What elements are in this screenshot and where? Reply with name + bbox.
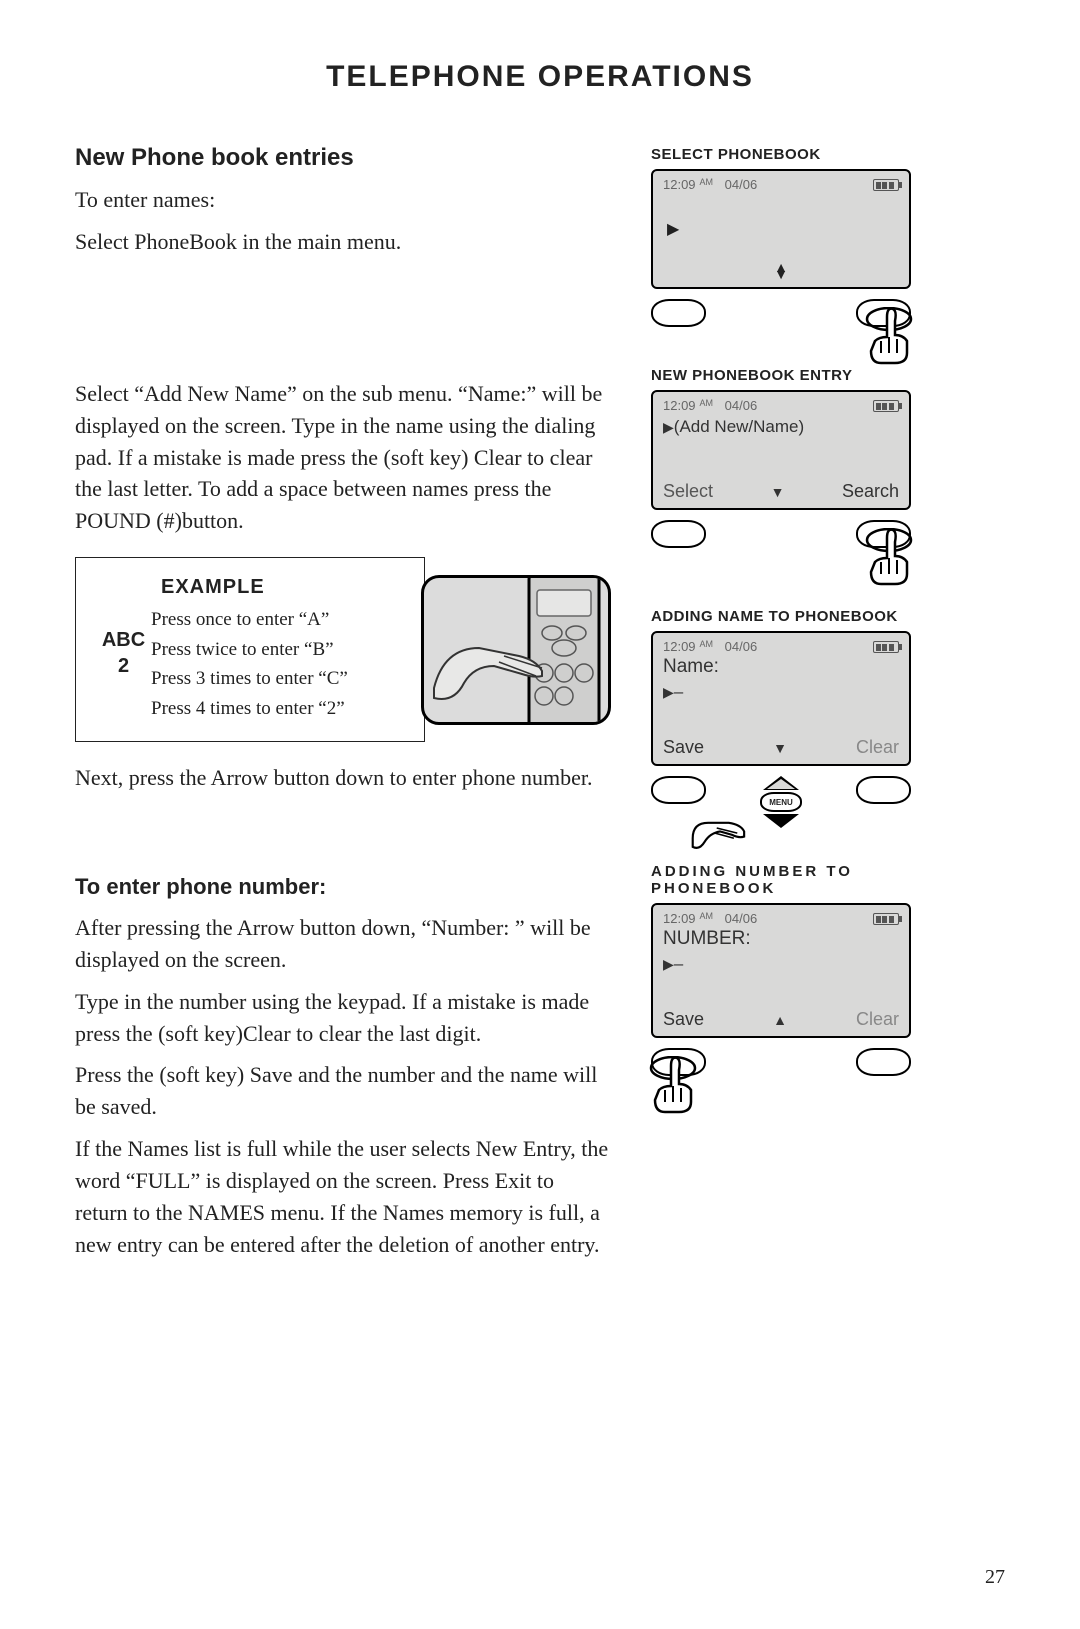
example-title: EXAMPLE	[161, 576, 404, 599]
menu-rocker[interactable]: MENU	[760, 776, 802, 828]
finger-press-icon	[691, 804, 751, 864]
finger-press-icon	[859, 307, 919, 367]
panel-caption: SELECT PHONEBOOK	[651, 146, 951, 163]
page-title: TELEPHONE OPERATIONS	[75, 60, 1005, 94]
softkey-label-clear: Clear	[856, 1009, 899, 1030]
paragraph: Next, press the Arrow button down to ent…	[75, 762, 611, 794]
battery-icon	[873, 913, 899, 925]
lcd-screen-select-phonebook: 12:09AM 04/06 ▶ ▲▼	[651, 169, 911, 289]
softkey-label-save: Save	[663, 737, 704, 758]
menu-button[interactable]: MENU	[760, 792, 802, 812]
left-softkey-button[interactable]	[651, 299, 706, 327]
page-number: 27	[985, 1566, 1005, 1589]
example-box: EXAMPLE ABC 2 Press once to enter “A” Pr…	[75, 557, 425, 742]
paragraph: If the Names list is full while the user…	[75, 1133, 611, 1261]
panel-caption: NEW PHONEBOOK ENTRY	[651, 367, 951, 384]
down-arrow-icon: ▼	[773, 740, 787, 756]
softkey-label-clear: Clear	[856, 737, 899, 758]
field-label-name: Name:	[663, 656, 899, 678]
handset-illustration	[421, 575, 611, 725]
paragraph: Press the (soft key) Save and the number…	[75, 1059, 611, 1123]
up-arrow-button[interactable]	[763, 776, 799, 790]
paragraph: Type in the number using the keypad. If …	[75, 986, 611, 1050]
example-line: Press twice to enter “B”	[151, 635, 404, 664]
example-line: Press 3 times to enter “C”	[151, 664, 404, 693]
paragraph: Select “Add New Name” on the sub menu. “…	[75, 378, 611, 537]
right-softkey-button[interactable]	[856, 776, 911, 804]
finger-press-icon	[859, 528, 919, 588]
screen-panels-column: SELECT PHONEBOOK 12:09AM 04/06 ▶ ▲▼ NEW …	[651, 144, 951, 1271]
field-label-number: NUMBER:	[663, 928, 899, 950]
panel-caption: ADDING NAME TO PHONEBOOK	[651, 608, 951, 625]
heading-enter-phone-number: To enter phone number:	[75, 874, 611, 900]
keypad-key-label: ABC 2	[96, 605, 151, 723]
cursor-icon: ▶	[667, 219, 679, 239]
panel-caption: ADDING NUMBER TO PHONEBOOK	[651, 863, 951, 897]
battery-icon	[873, 400, 899, 412]
left-softkey-button[interactable]	[651, 776, 706, 804]
lcd-screen-adding-name: 12:09AM 04/06 Name: ▶– Save ▼ Clear	[651, 631, 911, 766]
softkey-label-save: Save	[663, 1009, 704, 1030]
example-line: Press once to enter “A”	[151, 605, 404, 634]
battery-icon	[873, 641, 899, 653]
softkey-label-search: Search	[842, 481, 899, 502]
main-text-column: New Phone book entries To enter names: S…	[75, 144, 611, 1271]
lcd-screen-new-entry: 12:09AM 04/06 ▶(Add New/Name) Select ▼ S…	[651, 390, 911, 510]
left-softkey-button[interactable]	[651, 520, 706, 548]
finger-press-icon	[643, 1056, 703, 1116]
paragraph: Select PhoneBook in the main menu.	[75, 226, 611, 258]
heading-new-phonebook-entries: New Phone book entries	[75, 144, 611, 172]
up-arrow-icon: ▲	[773, 1012, 787, 1028]
example-line: Press 4 times to enter “2”	[151, 694, 404, 723]
down-arrow-icon: ▼	[771, 484, 785, 500]
right-softkey-button[interactable]	[856, 1048, 911, 1076]
softkey-label-select: Select	[663, 481, 713, 502]
updown-arrow-icon: ▲▼	[774, 264, 788, 279]
paragraph: After pressing the Arrow button down, “N…	[75, 912, 611, 976]
paragraph: To enter names:	[75, 184, 611, 216]
down-arrow-button[interactable]	[763, 814, 799, 828]
battery-icon	[873, 179, 899, 191]
lcd-screen-adding-number: 12:09AM 04/06 NUMBER: ▶– Save ▲ Clear	[651, 903, 911, 1038]
